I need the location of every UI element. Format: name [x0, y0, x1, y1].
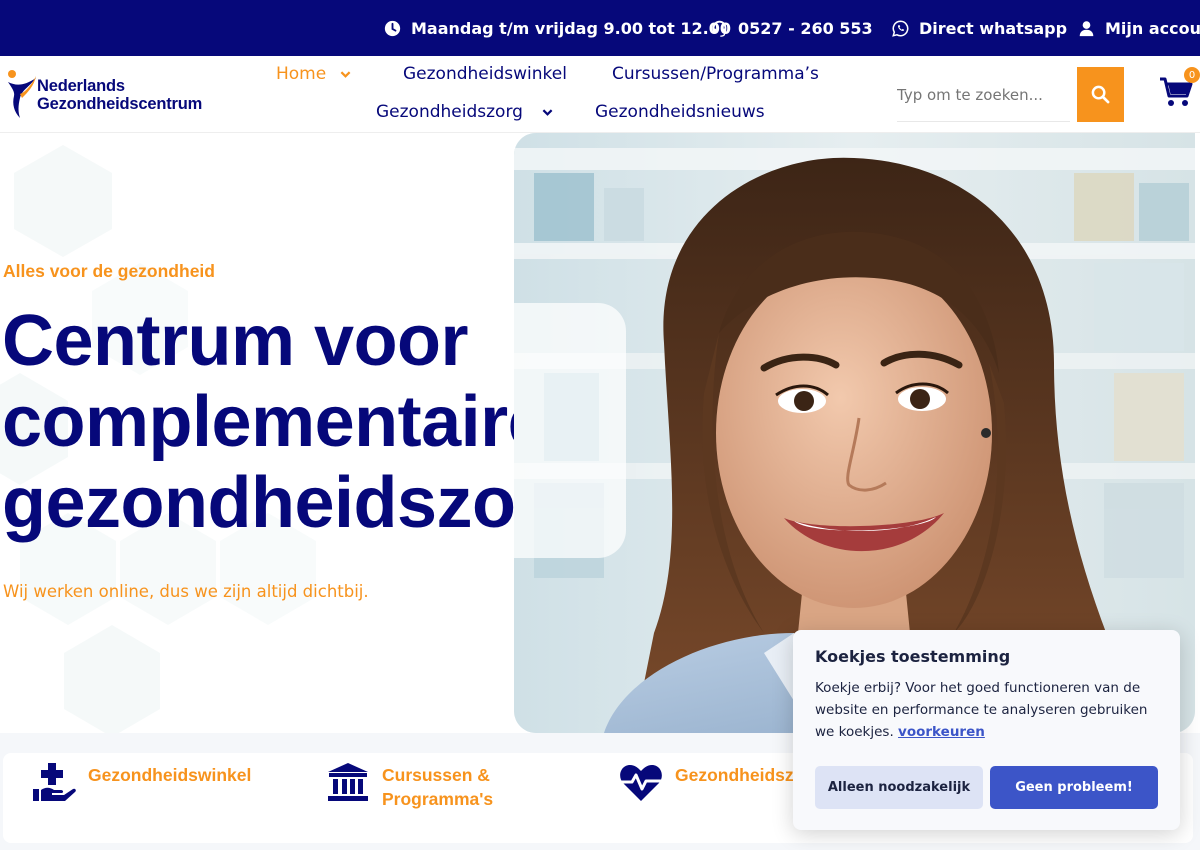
- account-link[interactable]: Mijn account: [1078, 0, 1200, 56]
- cart-count-badge: 0: [1184, 67, 1200, 83]
- institution-icon: [328, 763, 368, 801]
- hero-subline: Wij werken online, dus we zijn altijd di…: [3, 582, 369, 601]
- user-icon: [1079, 20, 1094, 36]
- headset-icon: [712, 20, 727, 37]
- site-header: Nederlands Gezondheidscentrum Home Gezon…: [0, 56, 1200, 133]
- opening-hours-text: Maandag t/m vrijdag 9.00 tot 12.00: [411, 18, 731, 38]
- nav-item-label: Home: [276, 64, 327, 84]
- nav-item-cursussen[interactable]: Cursussen/Programma’s: [612, 64, 819, 84]
- feature-gezondheidswinkel[interactable]: Gezondheidswinkel: [32, 763, 251, 803]
- cookie-text: Koekje erbij? Voor het goed functioneren…: [815, 677, 1165, 743]
- opening-hours: Maandag t/m vrijdag 9.00 tot 12.00: [384, 0, 731, 56]
- feature-label-line: Gezondheidswinkel: [88, 765, 252, 785]
- nav-item-label: Gezondheidswinkel: [403, 64, 567, 84]
- hero-eyebrow: Alles voor de gezondheid: [3, 261, 215, 281]
- cookie-title: Koekjes toestemming: [815, 647, 1011, 666]
- nav-item-gezondheidsnieuws[interactable]: Gezondheidsnieuws: [595, 102, 765, 122]
- account-label: Mijn account: [1105, 18, 1200, 38]
- cookie-accept-button[interactable]: Geen probleem!: [990, 766, 1158, 809]
- cookie-necessary-only-button[interactable]: Alleen noodzakelijk: [815, 766, 983, 809]
- nav-item-gezondheidswinkel[interactable]: Gezondheidswinkel: [403, 64, 567, 84]
- nav-item-home[interactable]: Home: [276, 64, 351, 84]
- feature-gezondheidszorg[interactable]: Gezondheidszorg: [619, 763, 822, 803]
- feature-label: Gezondheidswinkel: [88, 763, 251, 803]
- hero-glass-overlay: [514, 303, 626, 558]
- nav-item-label: Gezondheidsnieuws: [595, 102, 765, 122]
- search-underline: [897, 121, 1070, 122]
- hero-headline-line: gezondheidszorg: [2, 463, 587, 543]
- chevron-down-icon: [542, 108, 553, 116]
- logo-line-2: Gezondheidscentrum: [37, 95, 203, 113]
- hand-plus-icon: [33, 763, 76, 801]
- search-icon: [1091, 85, 1110, 104]
- search-button[interactable]: [1077, 67, 1124, 122]
- whatsapp-link[interactable]: Direct whatsapp: [892, 0, 1067, 56]
- phone-number: 0527 - 260 553: [738, 18, 873, 38]
- hero-headline-line: complementaire: [2, 382, 548, 462]
- nav-item-gezondheidszorg[interactable]: Gezondheidszorg: [376, 102, 553, 122]
- heartbeat-icon: [620, 765, 662, 801]
- whatsapp-label: Direct whatsapp: [919, 18, 1068, 38]
- nav-item-label: Cursussen/Programma’s: [612, 64, 819, 84]
- cookie-consent-dialog: Koekjes toestemming Koekje erbij? Voor h…: [793, 630, 1180, 830]
- logo-line-1: Nederlands: [37, 77, 125, 95]
- site-logo[interactable]: Nederlands Gezondheidscentrum: [6, 68, 206, 120]
- feature-label-line: Programma's: [382, 789, 494, 809]
- hero-headline: Centrum voor complementaire gezondheidsz…: [2, 301, 602, 544]
- feature-label-line: Cursussen &: [382, 765, 490, 785]
- phone-link[interactable]: 0527 - 260 553: [711, 0, 873, 56]
- nav-item-label: Gezondheidszorg: [376, 102, 523, 122]
- whatsapp-icon: [892, 20, 909, 37]
- feature-cursussen[interactable]: Cursussen & Programma's: [326, 763, 493, 811]
- clock-icon: [384, 20, 401, 36]
- chevron-down-icon: [340, 70, 351, 78]
- search-input[interactable]: [897, 67, 1070, 122]
- logo-figure-icon: [8, 70, 36, 118]
- feature-label: Cursussen & Programma's: [382, 763, 493, 811]
- hero-headline-line: Centrum voor: [2, 301, 469, 381]
- top-info-bar: Maandag t/m vrijdag 9.00 tot 12.00 0527 …: [0, 0, 1200, 56]
- cookie-preferences-link[interactable]: voorkeuren: [898, 724, 985, 740]
